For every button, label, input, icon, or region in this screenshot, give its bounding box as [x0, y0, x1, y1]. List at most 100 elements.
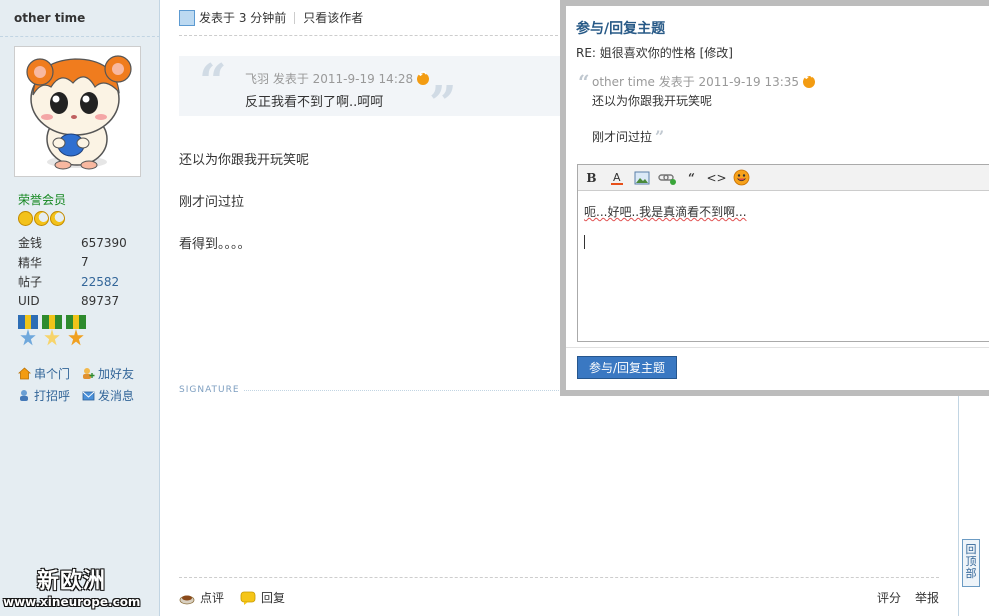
divider: [0, 36, 160, 37]
popup-quote-line: 还以为你跟我开玩笑呢: [592, 94, 713, 108]
open-quote-icon: “: [578, 70, 590, 94]
reply-subject: RE: 姐很喜欢你的性格 [修改]: [576, 46, 733, 60]
message-button[interactable]: 发消息: [82, 387, 146, 404]
popup-quote-line-wrap: 刚才问过拉 ”: [592, 127, 664, 146]
code-button[interactable]: <>: [706, 168, 727, 187]
goto-post-icon[interactable]: [803, 73, 816, 88]
reply-editor[interactable]: B A “ <> 呃...好吧..我是真滴看不到啊...: [577, 164, 989, 342]
action-row: 串个门 加好友: [18, 362, 158, 384]
popup-quote-meta: other time 发表于 2011-9-19 13:35: [592, 73, 816, 90]
moon-icon: [50, 211, 65, 226]
font-color-button[interactable]: A: [607, 168, 626, 187]
reply-popup: 参与/回复主题 RE: 姐很喜欢你的性格 [修改] “ other time 发…: [560, 0, 989, 396]
submit-reply-button[interactable]: 参与/回复主题: [577, 356, 677, 379]
only-author-link[interactable]: 只看该作者: [303, 9, 363, 26]
rank-stars: [18, 211, 65, 226]
image-button[interactable]: [632, 168, 651, 187]
smiley-icon: [733, 169, 750, 186]
comment-button[interactable]: 点评: [179, 589, 224, 606]
medal-icon[interactable]: [66, 315, 86, 349]
quote-meta: 飞羽 发表于 2011-9-19 14:28: [245, 70, 430, 87]
font-color-icon: A: [610, 171, 623, 185]
text-caret: [584, 235, 585, 249]
author-name[interactable]: other time: [14, 11, 85, 25]
user-rank[interactable]: 荣誉会员: [18, 191, 66, 208]
popup-quote-line: 刚才问过拉: [592, 130, 653, 144]
poke-label: 打招呼: [34, 388, 71, 403]
hamster-avatar-image: [26, 55, 132, 170]
open-quote-icon: “: [199, 54, 227, 110]
post-header: 发表于 3 分钟前 只看该作者: [179, 9, 363, 26]
add-friend-button[interactable]: 加好友: [82, 365, 146, 382]
reply-button[interactable]: 回复: [240, 589, 285, 606]
stat-row: 精华 7: [18, 253, 127, 273]
code-icon: <>: [706, 170, 727, 185]
stat-value-link[interactable]: 22582: [81, 275, 119, 289]
stat-label: 金钱: [18, 236, 43, 251]
comment-label: 点评: [200, 591, 225, 605]
stat-row: 帖子 22582: [18, 272, 127, 292]
bold-button[interactable]: B: [582, 168, 601, 187]
editor-content[interactable]: 呃...好吧..我是真滴看不到啊...: [584, 203, 747, 220]
sun-icon: [18, 211, 33, 226]
stat-value: 89737: [81, 294, 120, 309]
popup-title: 参与/回复主题: [576, 21, 666, 37]
editor-toolbar: B A “ <>: [578, 165, 989, 191]
visit-button[interactable]: 串个门: [18, 365, 82, 382]
moon-icon: [34, 211, 49, 226]
close-quote-icon: ”: [655, 127, 665, 146]
divider: [179, 577, 939, 578]
popup-quote-author-time: other time 发表于 2011-9-19 13:35: [592, 75, 800, 89]
watermark-title: 新欧洲: [37, 569, 107, 594]
post-time: 发表于 3 分钟前: [199, 11, 287, 25]
poke-button[interactable]: 打招呼: [18, 387, 82, 404]
visit-label: 串个门: [34, 366, 71, 381]
medals: [18, 315, 86, 349]
separator: [294, 11, 296, 24]
post-line: 刚才问过拉: [179, 195, 245, 210]
goto-post-icon[interactable]: [417, 70, 430, 85]
signature-label: SIGNATURE: [179, 385, 240, 395]
stat-label: 帖子: [18, 275, 43, 290]
svg-text:A: A: [613, 171, 621, 184]
divider: [566, 347, 989, 348]
avatar[interactable]: [14, 46, 141, 177]
post-footer: 点评 回复 评分 举报: [179, 589, 939, 606]
action-row: 打招呼 发消息: [18, 384, 158, 406]
footer-right-actions: 评分 举报: [877, 589, 939, 606]
medal-icon[interactable]: [18, 315, 38, 349]
stat-row: UID 89737: [18, 292, 127, 312]
speech-bubble-icon: [240, 591, 256, 605]
home-icon: [18, 366, 31, 379]
smiley-button[interactable]: [732, 168, 751, 187]
quote-icon: “: [688, 170, 695, 185]
quote-text: 反正我看不到了啊..呵呵: [245, 95, 384, 110]
online-user-icon: [179, 9, 195, 26]
stat-value: 7: [81, 255, 89, 270]
message-label: 发消息: [98, 388, 135, 403]
medal-icon[interactable]: [42, 315, 62, 349]
watermark-url: www.xineurope.com: [3, 595, 141, 609]
link-button[interactable]: [657, 168, 676, 187]
close-quote-icon: ”: [429, 76, 457, 132]
site-watermark: 新欧洲 www.xineurope.com: [3, 570, 151, 610]
stat-label: UID: [18, 294, 40, 309]
quote-button[interactable]: “: [682, 168, 701, 187]
stat-row: 金钱 657390: [18, 233, 127, 253]
image-icon: [634, 171, 649, 184]
stat-label: 精华: [18, 255, 43, 270]
rate-link[interactable]: 评分: [877, 589, 901, 606]
editor-text-value: 呃...好吧..我是真滴看不到啊...: [584, 205, 747, 219]
add-friend-label: 加好友: [98, 366, 135, 381]
user-stats: 金钱 657390 精华 7 帖子 22582 UID 89737: [18, 233, 127, 311]
coffee-cup-icon: [179, 595, 195, 604]
back-to-top-button[interactable]: 回顶部: [962, 539, 980, 587]
envelope-icon: [82, 391, 95, 400]
report-link[interactable]: 举报: [915, 589, 939, 606]
link-icon: [657, 173, 676, 185]
author-sidebar: other time 荣誉会员 金钱 657390 精华 7 帖子 22582 …: [0, 0, 160, 616]
reply-label: 回复: [261, 591, 286, 605]
user-actions: 串个门 加好友 打招呼 发消息: [18, 362, 158, 406]
add-friend-icon: [83, 367, 95, 379]
poke-icon: [20, 389, 28, 401]
